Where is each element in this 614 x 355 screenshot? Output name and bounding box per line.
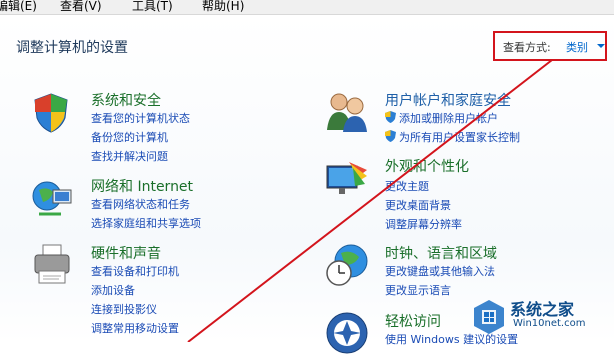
watermark-name: 系统之家	[510, 300, 575, 319]
watermark-site: Win10net.com	[513, 318, 586, 329]
annotation-arrow-line	[187, 59, 553, 342]
watermark-logo	[474, 300, 504, 334]
